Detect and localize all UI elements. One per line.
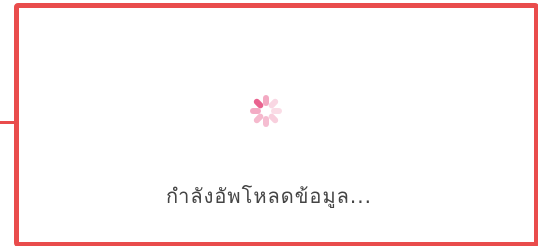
upload-progress-screen: กำลังอัพโหลดข้อมูล... — [0, 0, 538, 246]
spinner-spoke — [263, 116, 269, 127]
spinner-spoke — [250, 108, 261, 114]
upload-status-message: กำลังอัพโหลดข้อมูล... — [166, 184, 372, 208]
annotation-leader-line — [0, 121, 14, 124]
